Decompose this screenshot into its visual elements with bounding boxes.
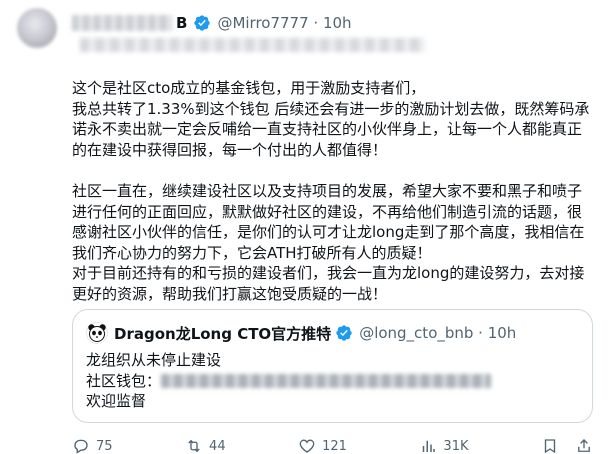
bookmark-icon[interactable] (541, 437, 559, 454)
heart-icon (299, 439, 315, 453)
panda-avatar-icon (86, 322, 108, 344)
like-button[interactable]: 121 (298, 437, 347, 454)
author-name-suffix[interactable]: B (176, 14, 187, 32)
action-right-group (541, 437, 593, 454)
like-count: 121 (322, 438, 347, 454)
repost-icon (188, 439, 200, 453)
blurred-text (80, 38, 425, 52)
reply-icon (74, 439, 88, 454)
wallet-label: 社区钱包： (86, 371, 162, 390)
author-avatar[interactable] (17, 8, 57, 48)
quoted-author-handle[interactable]: @long_cto_bnb · 10h (359, 324, 516, 342)
quoted-line-2: 社区钱包： (86, 371, 492, 392)
views-count: 31K (443, 438, 469, 454)
quoted-tweet-body: 龙组织从未停止建设 社区钱包： 欢迎监督 (86, 350, 492, 412)
tweet-header: B @Mirro7777 · 10h (72, 12, 352, 34)
tweet: B @Mirro7777 · 10h 这个是社区cto成立的基金钱包，用于激励支… (0, 0, 608, 454)
tweet-body: 这个是社区cto成立的基金钱包，用于激励支持者们， 我总共转了1.33%到这个钱… (72, 78, 592, 304)
quoted-tweet[interactable]: Dragon龙Long CTO官方推特 @long_cto_bnb · 10h … (72, 309, 593, 423)
quoted-line-3: 欢迎监督 (86, 392, 147, 410)
reply-count: 75 (96, 438, 113, 454)
verified-badge-icon (336, 325, 352, 341)
quoted-author-name[interactable]: Dragon龙Long CTO官方推特 (114, 323, 331, 344)
blurred-subline (80, 36, 425, 54)
repost-count: 44 (209, 438, 226, 454)
verified-badge-icon (194, 15, 211, 31)
blurred-wallet-address (161, 374, 492, 388)
reply-button[interactable]: 75 (72, 437, 113, 454)
tweet-paragraph-1: 这个是社区cto成立的基金钱包，用于激励支持者们， 我总共转了1.33%到这个钱… (72, 79, 590, 159)
author-handle[interactable]: @Mirro7777 · 10h (217, 14, 351, 32)
quoted-line-1: 龙组织从未停止建设 (86, 351, 222, 369)
quoted-tweet-header: Dragon龙Long CTO官方推特 @long_cto_bnb · 10h (86, 322, 516, 344)
repost-button[interactable]: 44 (185, 437, 226, 454)
tweet-actions: 75 44 121 31K (72, 436, 593, 454)
views-button[interactable]: 31K (419, 437, 469, 454)
tweet-paragraph-2: 社区一直在，继续建设社区以及支持项目的发展，希望大家不要和黑子和喷子进行任何的正… (72, 182, 585, 303)
share-icon[interactable] (575, 437, 593, 454)
blurred-author-name[interactable] (72, 15, 172, 31)
views-chart-icon (423, 440, 436, 452)
